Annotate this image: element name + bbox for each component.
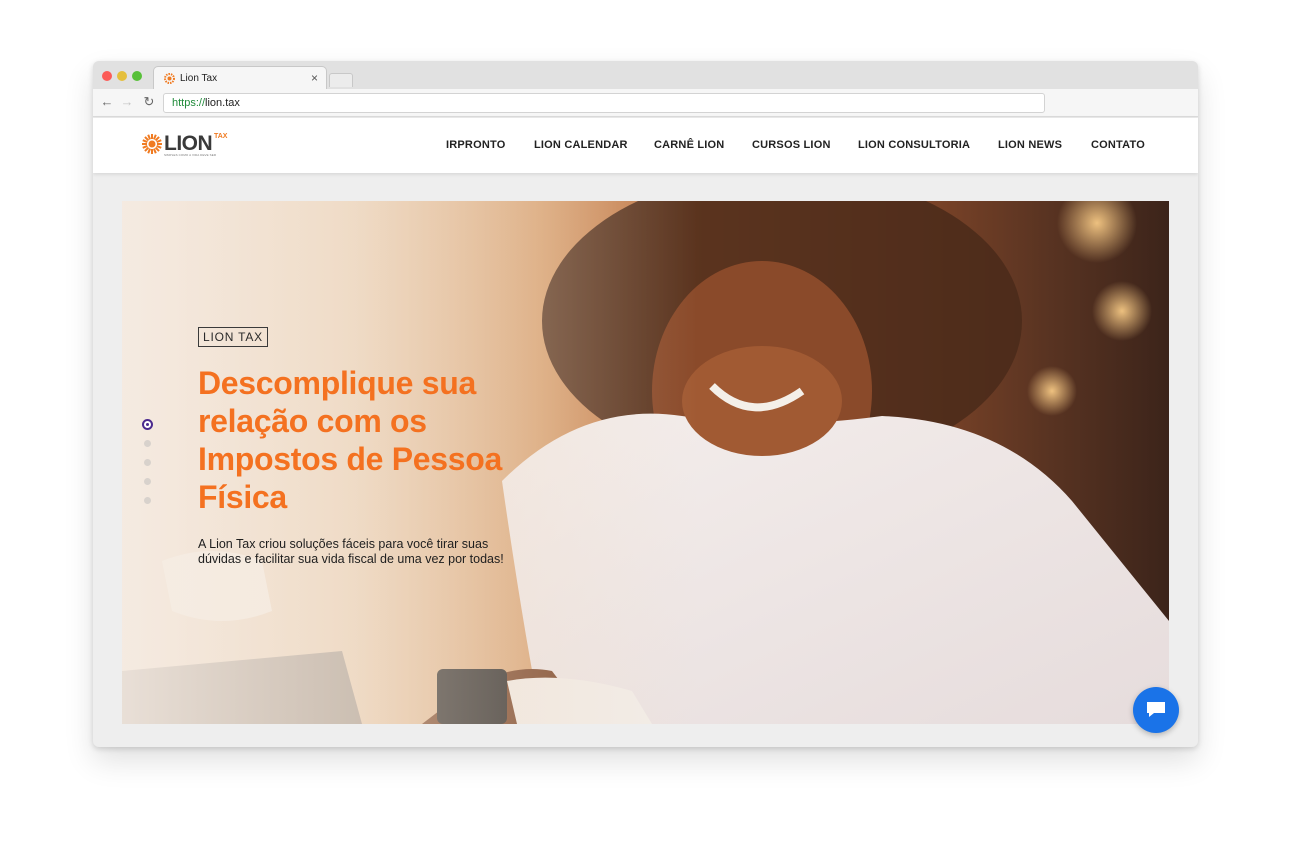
- browser-tab[interactable]: Lion Tax ×: [153, 66, 327, 90]
- tab-close-icon[interactable]: ×: [311, 71, 318, 85]
- hero-banner: LION TAX Descomplique sua relação com os…: [122, 201, 1169, 724]
- maximize-window-button[interactable]: [132, 71, 142, 81]
- tab-title: Lion Tax: [180, 73, 218, 84]
- menu-item-lion-consultoria[interactable]: LION CONSULTORIA: [858, 139, 970, 151]
- address-bar[interactable]: https://lion.tax: [163, 93, 1045, 113]
- hero-description: A Lion Tax criou soluções fáceis para vo…: [198, 537, 504, 566]
- slider-dot-active[interactable]: [141, 419, 153, 430]
- menu-item-cursos-lion[interactable]: CURSOS LION: [752, 139, 831, 151]
- hero-title: Descomplique sua relação com os Impostos…: [198, 365, 503, 515]
- lion-tax-logo[interactable]: LION TAX SIMPLES COMO A VIDA DEVE SER: [142, 132, 262, 160]
- slider-dot[interactable]: [143, 440, 151, 447]
- arrow-left-icon[interactable]: ←: [99, 94, 115, 110]
- menu-item-irpronto[interactable]: IRPRONTO: [446, 139, 505, 151]
- logo-tax-label: TAX: [214, 133, 228, 140]
- chat-button[interactable]: [1133, 687, 1179, 733]
- menu-item-carne-lion[interactable]: CARNÊ LION: [654, 139, 724, 151]
- menu-item-contato[interactable]: CONTATO: [1091, 139, 1145, 151]
- lion-favicon-icon: [164, 73, 175, 84]
- browser-titlebar: Lion Tax ×: [93, 61, 1198, 90]
- reload-icon[interactable]: ↻: [141, 94, 157, 110]
- hero-tag: LION TAX: [198, 327, 268, 347]
- url-scheme: https://: [172, 97, 206, 109]
- menu-item-lion-calendar[interactable]: LION CALENDAR: [534, 139, 628, 151]
- lion-sun-icon: [142, 134, 162, 154]
- close-window-button[interactable]: [102, 71, 112, 81]
- site-header: LION TAX SIMPLES COMO A VIDA DEVE SER IR…: [93, 118, 1198, 173]
- logo-tagline: SIMPLES COMO A VIDA DEVE SER: [164, 153, 217, 157]
- slider-dot[interactable]: [143, 459, 151, 466]
- menu-item-lion-news[interactable]: LION NEWS: [998, 139, 1062, 151]
- slider-dots: [141, 419, 153, 516]
- new-tab-button[interactable]: [329, 73, 353, 87]
- arrow-right-icon[interactable]: →: [119, 94, 135, 110]
- slider-dot[interactable]: [143, 497, 151, 504]
- url-host: lion.tax: [205, 97, 240, 109]
- minimize-window-button[interactable]: [117, 71, 127, 81]
- browser-window: Lion Tax × ← → ↻ https://lion.tax LION T…: [93, 61, 1198, 747]
- chat-bubble-icon: [1147, 702, 1165, 717]
- slider-dot[interactable]: [143, 478, 151, 485]
- browser-toolbar: ← → ↻ https://lion.tax: [93, 89, 1198, 117]
